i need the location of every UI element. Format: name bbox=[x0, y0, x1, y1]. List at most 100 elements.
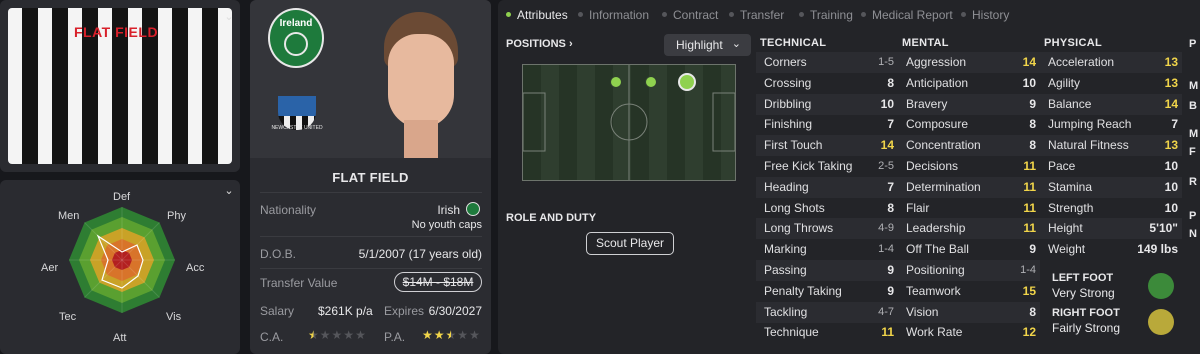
dob-value: 5/1/2007 (17 years old) bbox=[358, 247, 482, 261]
attribute-row[interactable]: Natural Fitness 13 bbox=[1040, 135, 1182, 157]
attribute-value: 9 bbox=[887, 263, 894, 277]
attribute-name: Concentration bbox=[906, 138, 981, 153]
attribute-row[interactable]: Leadership 11 bbox=[898, 218, 1040, 240]
position-dot[interactable] bbox=[610, 76, 622, 88]
attribute-row[interactable]: Teamwork 15 bbox=[898, 281, 1040, 302]
attribute-row[interactable]: Marking 1-4 bbox=[756, 239, 898, 260]
mental-column: MENTAL Aggression 14 Anticipation 10 Bravery… bbox=[898, 30, 1040, 354]
attribute-row[interactable]: Weight 149 lbs bbox=[1040, 239, 1182, 260]
attribute-row[interactable]: Pace 10 bbox=[1040, 156, 1182, 177]
radar-label-men: Men bbox=[58, 210, 80, 222]
side-letter: R bbox=[1189, 176, 1197, 188]
attribute-row[interactable]: Acceleration 13 bbox=[1040, 52, 1182, 73]
attribute-row[interactable]: Free Kick Taking 2-5 bbox=[756, 156, 898, 177]
attribute-name: Finishing bbox=[764, 117, 813, 132]
attribute-row[interactable]: Aggression 14 bbox=[898, 52, 1040, 73]
attribute-name: Leadership bbox=[906, 221, 966, 236]
attribute-row[interactable]: Work Rate 12 bbox=[898, 322, 1040, 343]
tab-information[interactable]: Information bbox=[578, 8, 649, 22]
tab-attributes[interactable]: Attributes bbox=[506, 8, 568, 22]
attribute-row[interactable]: First Touch 14 bbox=[756, 135, 898, 157]
star-icon: ★ bbox=[343, 328, 355, 342]
tab-training[interactable]: Training bbox=[799, 8, 853, 22]
attribute-name: Long Throws bbox=[764, 221, 834, 236]
attribute-row[interactable]: Stamina 10 bbox=[1040, 176, 1182, 198]
attribute-row[interactable]: Passing 9 bbox=[756, 260, 898, 281]
tab-dot-icon bbox=[578, 12, 583, 18]
attribute-value: 15 bbox=[1022, 283, 1036, 298]
attribute-row[interactable]: Agility 13 bbox=[1040, 73, 1182, 94]
attribute-row[interactable]: Crossing 8 bbox=[756, 73, 898, 94]
star-icon: ★ bbox=[445, 328, 457, 342]
star-icon: ★ bbox=[319, 328, 331, 342]
attribute-row[interactable]: Dribbling 10 bbox=[756, 93, 898, 115]
attribute-row[interactable]: Decisions 11 bbox=[898, 156, 1040, 177]
attribute-name: Penalty Taking bbox=[764, 283, 842, 298]
attribute-row[interactable]: Height 5'10" bbox=[1040, 218, 1182, 240]
radar-label-att: Att bbox=[113, 332, 127, 344]
attribute-value: 8 bbox=[1029, 138, 1036, 153]
position-pitch bbox=[522, 64, 736, 181]
attribute-name: Acceleration bbox=[1048, 55, 1115, 69]
attribute-row[interactable]: Finishing 7 bbox=[756, 114, 898, 135]
attribute-name: Height bbox=[1048, 221, 1083, 236]
attribute-row[interactable]: Jumping Reach 7 bbox=[1040, 114, 1182, 135]
tab-label: Attributes bbox=[517, 8, 568, 22]
attribute-row[interactable]: Balance 14 bbox=[1040, 93, 1182, 115]
pitch-markings bbox=[523, 65, 735, 180]
side-letter: B bbox=[1189, 100, 1197, 112]
transfer-value[interactable]: $14M - $18M bbox=[394, 272, 482, 292]
nationality-value[interactable]: Irish bbox=[437, 203, 460, 217]
attribute-row[interactable]: Heading 7 bbox=[756, 176, 898, 198]
attribute-row[interactable]: Penalty Taking 9 bbox=[756, 281, 898, 302]
position-dot-natural[interactable] bbox=[678, 73, 696, 91]
attribute-name: Passing bbox=[764, 263, 807, 277]
left-foot-label: LEFT FOOT bbox=[1052, 272, 1114, 284]
attribute-name: Composure bbox=[906, 117, 969, 132]
tab-transfer[interactable]: Transfer bbox=[729, 8, 784, 22]
attribute-name: Jumping Reach bbox=[1048, 117, 1132, 132]
ireland-flag-icon bbox=[466, 202, 480, 216]
attribute-name: Heading bbox=[764, 179, 809, 194]
tab-contract[interactable]: Contract bbox=[662, 8, 718, 22]
attribute-value: 13 bbox=[1164, 138, 1178, 153]
attribute-range: 4-7 bbox=[878, 305, 894, 318]
salary-label: Salary bbox=[260, 304, 295, 318]
nationality-row: Nationality Irish No youth caps bbox=[260, 192, 482, 236]
attribute-value: 10 bbox=[1164, 179, 1178, 194]
portrait-face bbox=[388, 34, 454, 128]
attribute-row[interactable]: Long Throws 4-9 bbox=[756, 218, 898, 240]
attribute-row[interactable]: Bravery 9 bbox=[898, 93, 1040, 115]
attribute-row[interactable]: Strength 10 bbox=[1040, 198, 1182, 219]
attribute-row[interactable]: Tackling 4-7 bbox=[756, 301, 898, 323]
attribute-value: 7 bbox=[887, 179, 894, 194]
positions-heading[interactable]: POSITIONS › bbox=[506, 38, 573, 50]
attribute-value: 10 bbox=[1022, 75, 1036, 90]
attribute-row[interactable]: Composure 8 bbox=[898, 114, 1040, 135]
attribute-range: 1-4 bbox=[1020, 264, 1036, 276]
attribute-row[interactable]: Corners 1-5 bbox=[756, 52, 898, 73]
radar-label-acc: Acc bbox=[186, 262, 205, 274]
attribute-row[interactable]: Determination 11 bbox=[898, 176, 1040, 198]
attribute-row[interactable]: Technique 11 bbox=[756, 322, 898, 343]
club-badge: NEWCASTLE UNITED bbox=[271, 82, 323, 140]
attribute-row[interactable]: Positioning 1-4 bbox=[898, 260, 1040, 281]
tab-dot-icon bbox=[799, 12, 804, 18]
attribute-row[interactable]: Flair 11 bbox=[898, 198, 1040, 219]
position-dot[interactable] bbox=[645, 76, 657, 88]
highlight-dropdown[interactable]: Highlight ⌄ bbox=[664, 34, 751, 56]
shamrock-icon bbox=[284, 32, 308, 56]
scout-player-button[interactable]: Scout Player bbox=[586, 232, 674, 255]
attribute-row[interactable]: Anticipation 10 bbox=[898, 73, 1040, 94]
tab-medical-report[interactable]: Medical Report bbox=[861, 8, 953, 22]
chevron-down-icon[interactable]: ⌄ bbox=[222, 10, 236, 24]
attribute-row[interactable]: Concentration 8 bbox=[898, 135, 1040, 157]
tab-dot-icon bbox=[506, 12, 511, 18]
attribute-value: 14 bbox=[880, 138, 894, 153]
tab-history[interactable]: History bbox=[961, 8, 1009, 22]
attribute-row[interactable]: Vision 8 bbox=[898, 301, 1040, 323]
attribute-name: Teamwork bbox=[906, 283, 961, 298]
attribute-value: 11 bbox=[1023, 221, 1036, 236]
attribute-row[interactable]: Off The Ball 9 bbox=[898, 239, 1040, 260]
attribute-row[interactable]: Long Shots 8 bbox=[756, 198, 898, 219]
